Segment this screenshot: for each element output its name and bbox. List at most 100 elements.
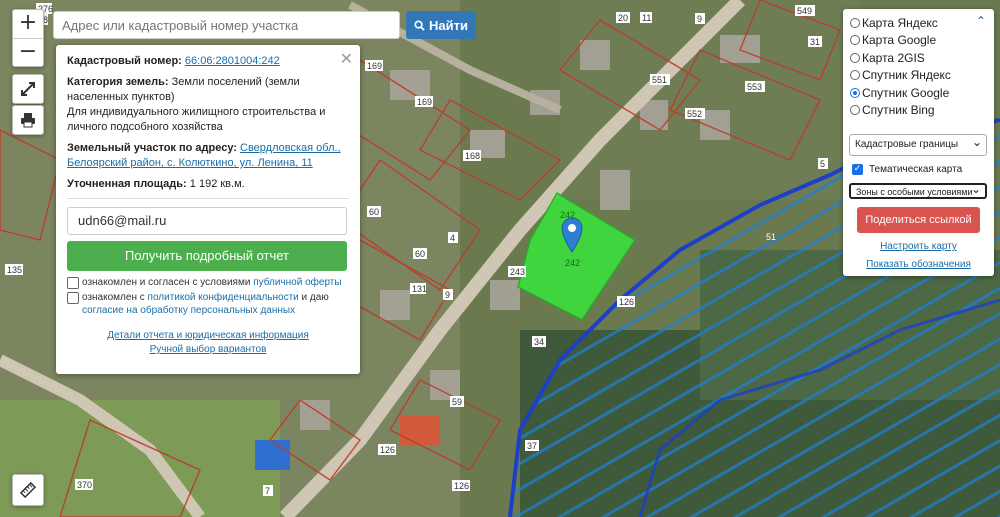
base-layer-option[interactable]: Карта 2GIS bbox=[843, 49, 994, 67]
get-report-button[interactable]: Получить подробный отчет bbox=[67, 241, 347, 271]
manual-selection-link[interactable]: Ручной выбор вариантов bbox=[67, 343, 349, 357]
print-button[interactable] bbox=[12, 105, 44, 135]
agree-offer-checkbox[interactable] bbox=[67, 277, 79, 289]
base-layer-option[interactable]: Карта Google bbox=[843, 32, 994, 50]
map-label: 51 bbox=[766, 232, 776, 242]
land-usage: Для индивидуального жилищного строительс… bbox=[67, 106, 326, 133]
radio-icon bbox=[850, 17, 860, 28]
svg-text:131: 131 bbox=[412, 284, 427, 294]
radio-icon bbox=[850, 35, 860, 46]
layers-panel: ⌃ Карта Яндекс Карта Google Карта 2GIS С… bbox=[843, 9, 994, 276]
map-label: 11 bbox=[640, 12, 652, 23]
base-layer-option[interactable]: Спутник Яндекс bbox=[843, 67, 994, 85]
map-label: 553 bbox=[745, 81, 765, 92]
svg-text:135: 135 bbox=[7, 265, 22, 275]
svg-text:9: 9 bbox=[697, 14, 702, 24]
svg-text:552: 552 bbox=[687, 109, 702, 119]
personal-data-consent-link[interactable]: согласие на обработку персональных данны… bbox=[82, 305, 295, 316]
configure-map-link[interactable]: Настроить карту bbox=[843, 241, 994, 252]
svg-text:5: 5 bbox=[820, 159, 825, 169]
close-icon[interactable]: ✕ bbox=[340, 49, 353, 68]
svg-text:243: 243 bbox=[510, 267, 525, 277]
map-label: 60 bbox=[413, 248, 427, 259]
svg-text:126: 126 bbox=[619, 297, 634, 307]
ruler-icon bbox=[20, 482, 36, 498]
map-label: 9 bbox=[443, 289, 453, 300]
checkbox-checked-icon: ✓ bbox=[852, 164, 863, 175]
base-layer-option-selected[interactable]: Спутник Google bbox=[843, 84, 994, 102]
svg-text:59: 59 bbox=[452, 397, 462, 407]
search-icon bbox=[414, 19, 425, 31]
svg-text:126: 126 bbox=[380, 445, 395, 455]
map-label: 552 bbox=[685, 108, 705, 119]
chevron-up-icon[interactable]: ⌃ bbox=[976, 14, 986, 28]
map-label: 169 bbox=[415, 96, 433, 107]
show-legend-link[interactable]: Показать обозначения bbox=[843, 259, 994, 270]
map-label: 169 bbox=[365, 60, 383, 71]
svg-text:168: 168 bbox=[465, 151, 480, 161]
base-layer-option[interactable]: Карта Яндекс bbox=[843, 14, 994, 32]
svg-text:553: 553 bbox=[747, 82, 762, 92]
map-label: 4 bbox=[448, 232, 458, 243]
svg-text:60: 60 bbox=[369, 207, 379, 217]
map-label: 59 bbox=[450, 396, 464, 407]
svg-text:60: 60 bbox=[415, 249, 425, 259]
fullscreen-button[interactable] bbox=[12, 74, 44, 104]
share-link-button[interactable]: Поделиться ссылкой bbox=[857, 207, 980, 233]
thematic-layer-select[interactable]: Зоны с особыми условиями bbox=[849, 183, 987, 199]
svg-text:31: 31 bbox=[810, 37, 820, 47]
search-input[interactable] bbox=[53, 11, 400, 39]
svg-text:4: 4 bbox=[450, 233, 455, 243]
map-label: 126 bbox=[617, 296, 635, 307]
map-label: 131 bbox=[410, 283, 427, 294]
search-button[interactable]: Найти bbox=[406, 11, 476, 39]
cadastral-number-link[interactable]: 66:06:2801004:242 bbox=[185, 55, 280, 67]
agree-privacy-checkbox[interactable] bbox=[67, 292, 79, 304]
land-category-label: Категория земель: bbox=[67, 76, 169, 88]
public-offer-link[interactable]: публичной оферты bbox=[253, 277, 341, 288]
agree-privacy-checkbox-row: ознакомлен с политикой конфиденциальност… bbox=[67, 291, 349, 317]
map-label: 7 bbox=[263, 485, 273, 496]
svg-text:551: 551 bbox=[652, 75, 667, 85]
cadastral-layer-select[interactable]: Кадастровые границы bbox=[849, 132, 987, 156]
radio-icon bbox=[850, 70, 860, 81]
map-label: 168 bbox=[463, 150, 481, 161]
map-label: 126 bbox=[378, 444, 396, 455]
map-label: 135 bbox=[5, 264, 23, 275]
address-label: Земельный участок по адресу: bbox=[67, 142, 237, 154]
svg-text:169: 169 bbox=[367, 61, 382, 71]
map-label: 370 bbox=[75, 479, 93, 490]
thematic-map-toggle[interactable]: ✓ Тематическая карта bbox=[852, 164, 962, 175]
svg-text:34: 34 bbox=[534, 337, 544, 347]
svg-text:11: 11 bbox=[642, 13, 651, 23]
map-label: 242 bbox=[560, 210, 575, 220]
area-value: 1 192 кв.м. bbox=[189, 178, 245, 190]
email-field[interactable]: udn66@mail.ru bbox=[67, 207, 347, 235]
svg-text:549: 549 bbox=[797, 6, 812, 16]
map-label: 243 bbox=[508, 266, 526, 277]
base-layer-option[interactable]: Спутник Bing bbox=[843, 102, 994, 120]
print-icon bbox=[21, 113, 35, 128]
privacy-policy-link[interactable]: политикой конфиденциальности bbox=[148, 292, 299, 303]
map-label: 37 bbox=[525, 440, 539, 451]
map-label: 60 bbox=[367, 206, 381, 217]
zoom-in-button[interactable]: + bbox=[13, 10, 43, 38]
cadastral-number-row: Кадастровый номер: 66:06:2801004:242 bbox=[67, 54, 349, 69]
popup-footer-links: Детали отчета и юридическая информация Р… bbox=[67, 329, 349, 357]
svg-text:169: 169 bbox=[417, 97, 432, 107]
agree-offer-checkbox-row: ознакомлен и согласен с условиями публич… bbox=[67, 276, 349, 289]
search-button-label: Найти bbox=[429, 17, 468, 33]
ruler-button[interactable] bbox=[12, 474, 44, 506]
svg-text:370: 370 bbox=[77, 480, 92, 490]
map-label: 5 bbox=[818, 158, 828, 169]
map-label: 31 bbox=[808, 36, 822, 47]
svg-text:20: 20 bbox=[618, 13, 628, 23]
zoom-out-button[interactable]: − bbox=[13, 38, 43, 67]
area-row: Уточненная площадь: 1 192 кв.м. bbox=[67, 177, 349, 192]
land-category-row: Категория земель: Земли поселений (земли… bbox=[67, 75, 349, 135]
svg-text:242: 242 bbox=[560, 210, 575, 220]
svg-text:9: 9 bbox=[445, 290, 450, 300]
report-details-link[interactable]: Детали отчета и юридическая информация bbox=[67, 329, 349, 343]
map-label: 549 bbox=[795, 5, 815, 16]
svg-text:37: 37 bbox=[527, 441, 537, 451]
